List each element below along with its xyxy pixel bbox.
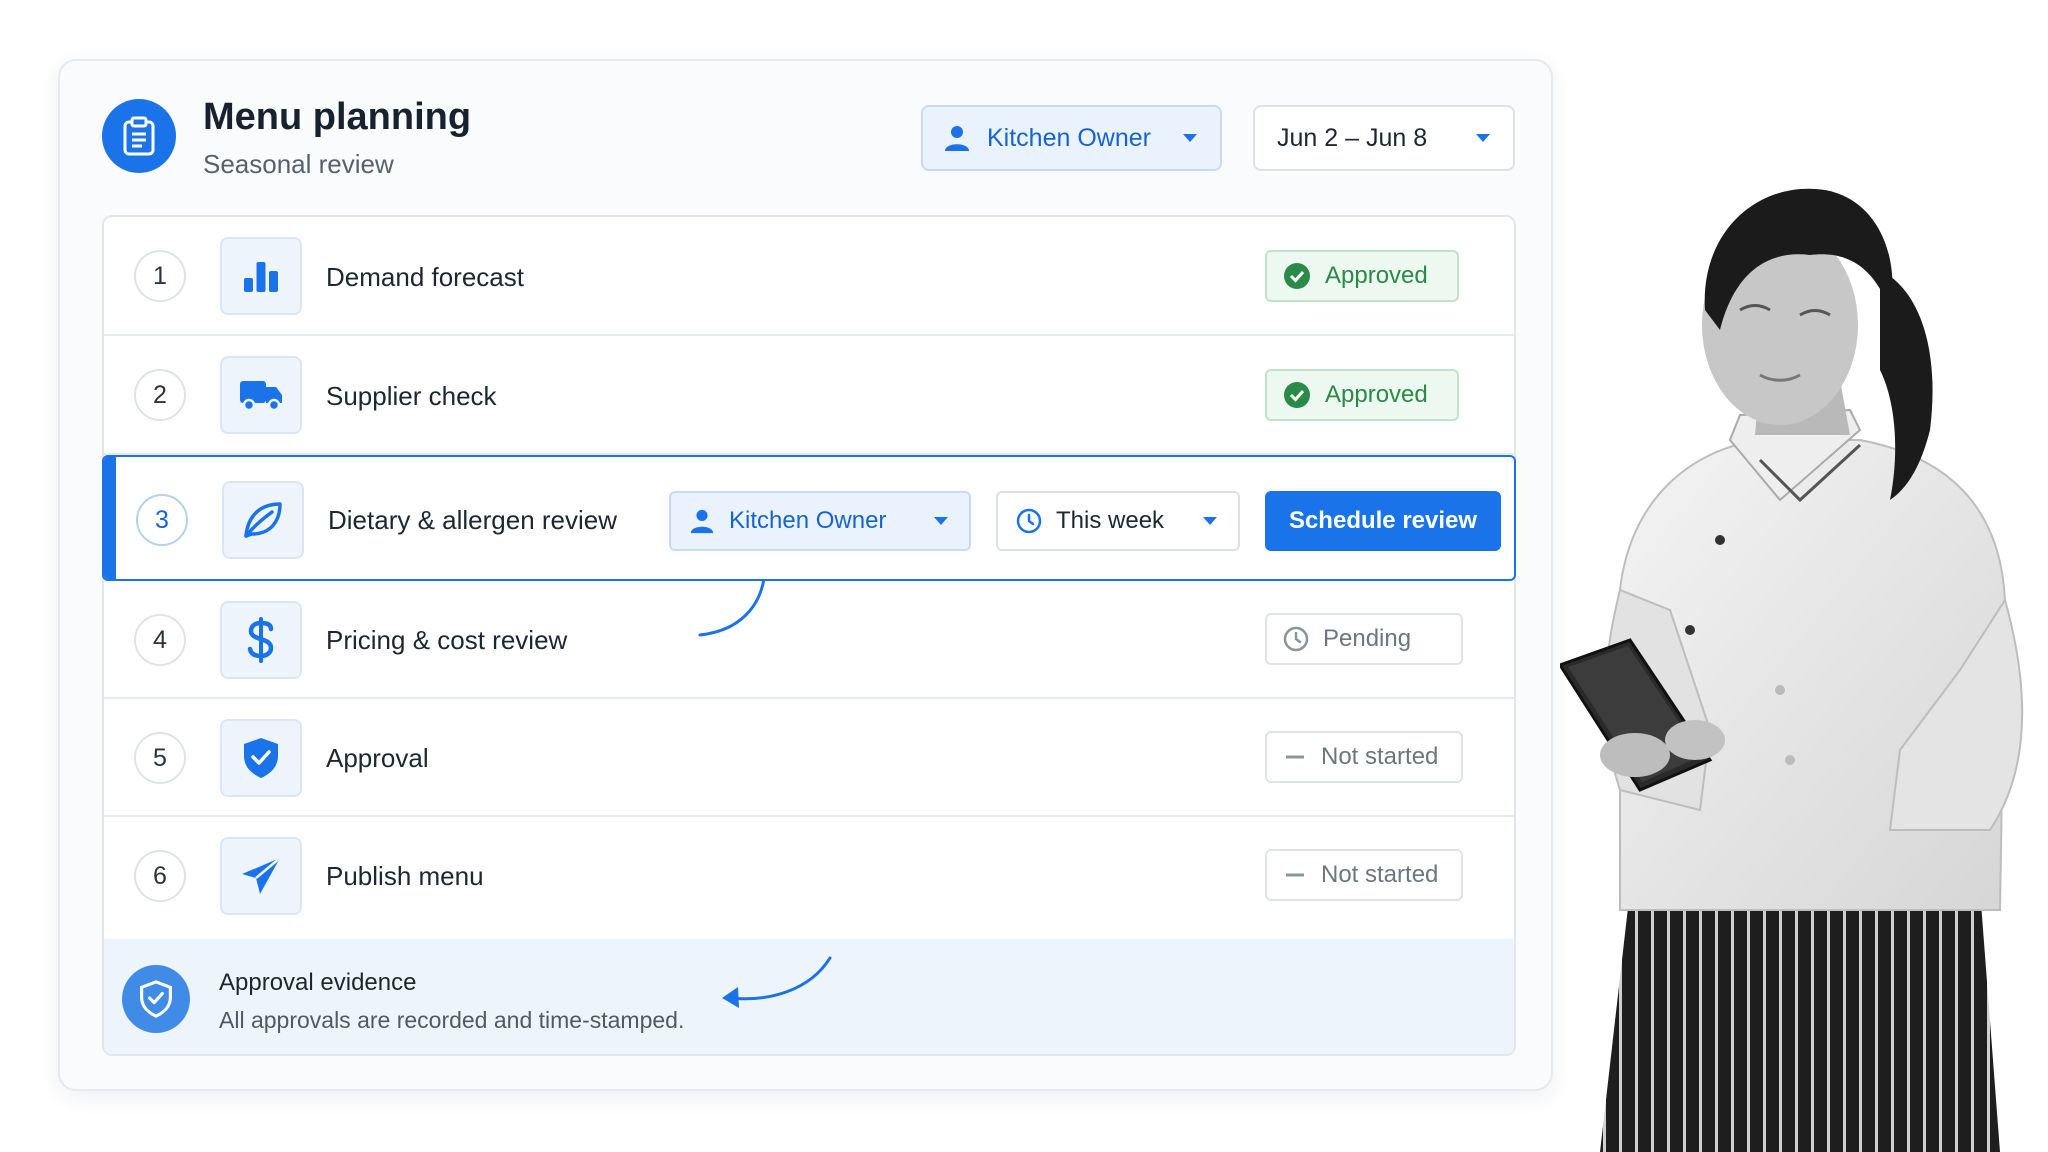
schedule-review-button[interactable]: Schedule review [1265, 491, 1501, 551]
arrow-to-evidence [728, 956, 832, 1001]
chevron-down-icon [934, 517, 948, 525]
leaf-icon [222, 481, 304, 559]
due-date-dropdown[interactable]: This week [996, 491, 1240, 551]
assignee-dropdown[interactable]: Kitchen Owner [669, 491, 971, 551]
chef-photo [1560, 188, 2024, 1152]
due-date-label: This week [1056, 507, 1165, 534]
chevron-down-icon [1203, 517, 1217, 525]
user-icon [690, 509, 714, 534]
clock-icon [1016, 508, 1042, 534]
step-row-dietary-allergen-review[interactable]: 3 Dietary & allergen review Kitchen Owne… [102, 455, 1516, 581]
step-number: 3 [136, 494, 188, 546]
assignee-label: Kitchen Owner [729, 507, 887, 534]
active-step-indicator [104, 457, 116, 579]
step-label: Dietary & allergen review [328, 505, 618, 535]
